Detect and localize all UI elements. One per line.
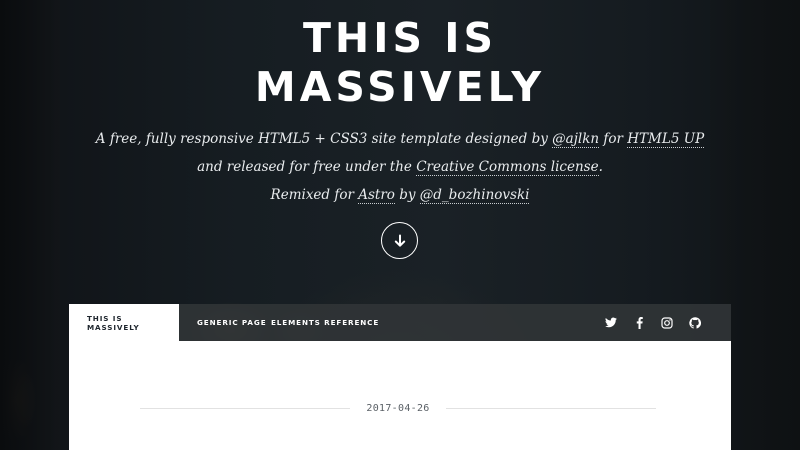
- html5up-link[interactable]: HTML5 UP: [627, 131, 705, 148]
- subtitle-text: A free, fully responsive HTML5 + CSS3 si…: [95, 131, 553, 147]
- twitter-icon[interactable]: [597, 304, 625, 341]
- tab-elements-reference[interactable]: Elements Reference: [271, 304, 379, 341]
- intro-subtitle: A free, fully responsive HTML5 + CSS3 si…: [0, 125, 800, 209]
- tab-this-is-massively[interactable]: This is Massively: [69, 304, 179, 341]
- post-date: 2017-04-26: [366, 402, 430, 414]
- divider-line: [445, 407, 656, 409]
- site-title-line2: MASSIVELY: [254, 63, 546, 111]
- subtitle-text: for: [599, 131, 628, 147]
- subtitle-text: Remixed for: [270, 187, 359, 203]
- facebook-icon[interactable]: [625, 304, 653, 341]
- main-nav: This is Massively Generic Page Elements …: [69, 304, 731, 341]
- divider-line: [140, 407, 351, 409]
- subtitle-text: by: [394, 187, 420, 203]
- site-title-line1: THIS IS: [302, 14, 498, 62]
- social-icons: [597, 304, 731, 341]
- creative-commons-link[interactable]: Creative Commons license: [416, 159, 599, 176]
- tab-generic-page[interactable]: Generic Page: [179, 304, 271, 341]
- site-title: THIS IS MASSIVELY: [0, 14, 800, 112]
- github-icon[interactable]: [681, 304, 709, 341]
- astro-link[interactable]: Astro: [358, 187, 395, 204]
- ajlkn-link[interactable]: @ajlkn: [552, 131, 600, 148]
- subtitle-text: .: [598, 159, 603, 175]
- arrow-down-icon: [394, 234, 405, 247]
- d-bozhinovski-link[interactable]: @d_bozhinovski: [419, 187, 530, 204]
- post-date-row: 2017-04-26: [140, 398, 656, 418]
- main-panel: 2017-04-26: [69, 341, 731, 450]
- instagram-icon[interactable]: [653, 304, 681, 341]
- scroll-down-button[interactable]: [381, 222, 418, 259]
- subtitle-text: and released for free under the: [197, 159, 417, 175]
